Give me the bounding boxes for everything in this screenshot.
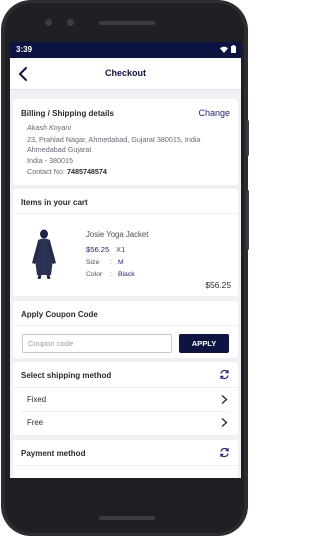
wifi-icon — [220, 46, 228, 53]
coupon-title: Apply Coupon Code — [21, 310, 98, 319]
screen: 3:39 Checkout Billing / Shipping details… — [10, 42, 241, 478]
payment-card[interactable]: Payment method — [13, 440, 238, 478]
front-sensor — [45, 19, 52, 26]
shipping-option-free[interactable]: Free — [13, 411, 238, 434]
product-name[interactable]: Josie Yoga Jacket — [86, 230, 148, 239]
color-row: Color : Black — [86, 271, 166, 280]
payment-title: Payment method — [21, 449, 86, 458]
billing-card: Billing / Shipping details Change Akash … — [13, 99, 238, 185]
divider — [13, 325, 238, 326]
status-bar: 3:39 — [10, 42, 241, 58]
battery-icon — [231, 45, 236, 53]
item-total: $56.25 — [205, 280, 231, 290]
refresh-icon[interactable] — [219, 369, 230, 380]
billing-title: Billing / Shipping details — [21, 109, 114, 118]
contact-number: 7485748574 — [66, 167, 107, 176]
phone-frame: 3:39 Checkout Billing / Shipping details… — [1, 0, 249, 536]
refresh-icon[interactable] — [219, 447, 230, 458]
earpiece — [99, 21, 155, 25]
shipping-title: Select shipping method — [21, 371, 112, 380]
status-time: 3:39 — [16, 45, 33, 54]
size-row: Size : M — [86, 259, 166, 268]
chevron-right-icon — [221, 394, 228, 405]
size-separator: : — [110, 259, 112, 266]
divider — [13, 213, 238, 214]
product-quantity: X1 — [116, 245, 126, 254]
change-address-link[interactable]: Change — [198, 108, 230, 118]
product-image[interactable] — [29, 229, 59, 279]
product-price: $56.25 — [86, 245, 110, 254]
app-bar: Checkout — [10, 58, 241, 90]
size-value: M — [118, 259, 124, 266]
color-separator: : — [110, 271, 112, 278]
shipping-option-label: Free — [27, 418, 44, 427]
chevron-right-icon — [221, 417, 228, 428]
color-value: Black — [118, 271, 135, 278]
contact-line: Contact No: 7485748574 — [27, 167, 107, 176]
page-title: Checkout — [104, 68, 146, 78]
color-label: Color — [86, 271, 103, 278]
apply-coupon-button[interactable]: APPLY — [179, 334, 229, 353]
shipping-option-label: Fixed — [27, 395, 47, 404]
address-line-1: 23, Prahlad Nagar, Ahmedabad, Gujarat 38… — [27, 135, 201, 144]
divider — [13, 465, 238, 466]
customer-name: Akash Koyani — [27, 123, 71, 132]
volume-button — [246, 190, 249, 250]
address-line-3: India - 380015 — [27, 156, 73, 165]
power-button — [246, 120, 249, 156]
front-camera — [67, 19, 74, 26]
size-label: Size — [86, 259, 100, 266]
bottom-speaker — [99, 516, 155, 520]
coupon-input[interactable] — [22, 334, 172, 353]
shipping-option-fixed[interactable]: Fixed — [13, 388, 238, 411]
shipping-card: Select shipping method Fixed Free — [13, 362, 238, 435]
cart-card: Items in your cart Josie Yoga Jacket $56… — [13, 189, 238, 296]
contact-label: Contact No: — [27, 167, 65, 176]
address-line-2: Ahmedabad Gujarat — [27, 145, 92, 154]
cart-title: Items in your cart — [21, 198, 88, 207]
coupon-card: Apply Coupon Code APPLY — [13, 301, 238, 358]
